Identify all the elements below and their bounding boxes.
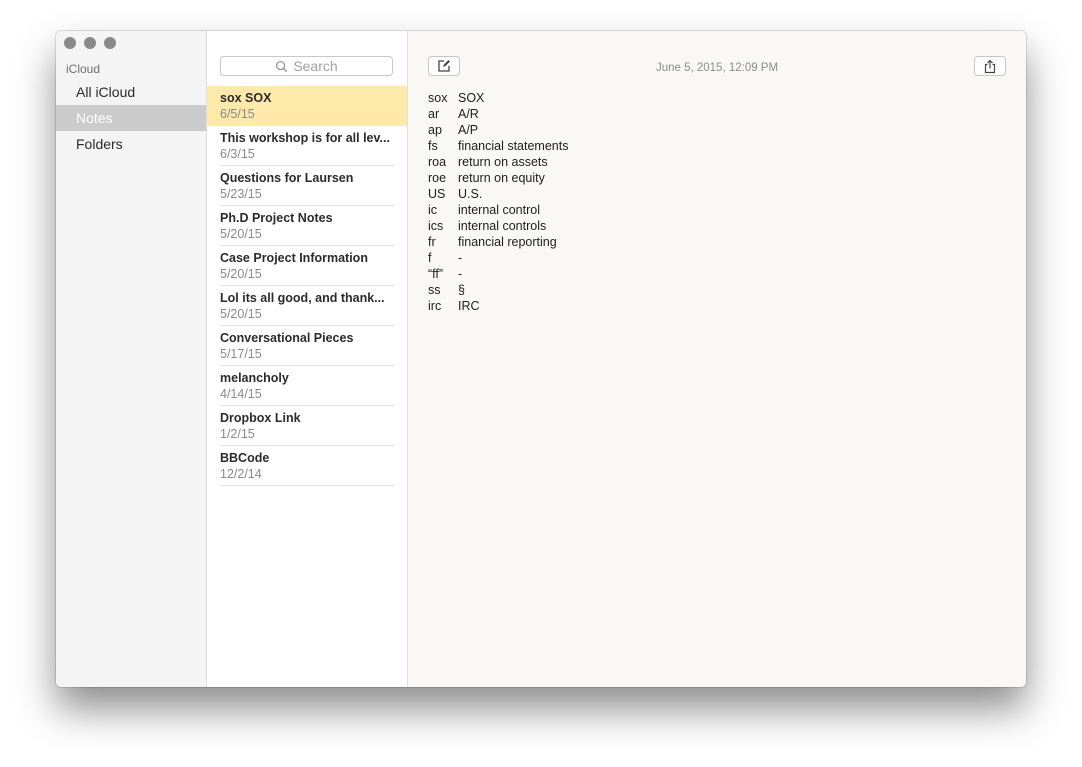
note-line-text: internal control xyxy=(458,203,540,217)
note-date: 4/14/15 xyxy=(220,387,262,401)
note-title: This workshop is for all lev... xyxy=(220,131,390,145)
sidebar-section-label: iCloud xyxy=(66,62,101,76)
note-title: melancholy xyxy=(220,371,289,385)
note-date: 1/2/15 xyxy=(220,427,255,441)
window-controls xyxy=(64,37,116,49)
note-date: 6/3/15 xyxy=(220,147,255,161)
note-line-abbreviation: ics xyxy=(428,219,444,233)
note-line-abbreviation: sox xyxy=(428,91,448,105)
note-list: sox SOX 6/5/15 This workshop is for all l… xyxy=(207,86,407,486)
note-title: BBCode xyxy=(220,451,270,465)
note-date: 5/23/15 xyxy=(220,187,262,201)
sidebar-items: All iCloud Notes Folders xyxy=(56,79,206,157)
note-title: Conversational Pieces xyxy=(220,331,354,345)
notes-window: iCloud All iCloud Notes Folders Search s… xyxy=(56,31,1026,687)
note-line-abbreviation: roa xyxy=(428,155,447,169)
close-button[interactable] xyxy=(64,37,76,49)
note-line-text: financial reporting xyxy=(458,235,557,249)
note-body[interactable]: sox SOX ar A/R ap A/P fs financial statements ro… xyxy=(428,90,568,314)
note-list-item[interactable]: This workshop is for all lev... 6/3/15 xyxy=(207,126,407,166)
note-date: 5/20/15 xyxy=(220,267,262,281)
minimize-button[interactable] xyxy=(84,37,96,49)
zoom-button[interactable] xyxy=(104,37,116,49)
note-list-item[interactable]: Ph.D Project Notes 5/20/15 xyxy=(207,206,407,246)
note-list-item[interactable]: Case Project Information 5/20/15 xyxy=(207,246,407,286)
note-line-abbreviation: irc xyxy=(428,299,442,313)
note-line-abbreviation: fs xyxy=(428,139,438,153)
note-title: sox SOX xyxy=(220,91,272,105)
note-list-item[interactable]: Questions for Laursen 5/23/15 xyxy=(207,166,407,206)
sidebar-item-folders[interactable]: Folders xyxy=(56,131,206,157)
note-line-text: U.S. xyxy=(458,187,483,201)
note-line-text: A/P xyxy=(458,123,479,137)
note-editor[interactable]: June 5, 2015, 12:09 PM sox SOX ar A/R ap A/P f… xyxy=(408,31,1026,687)
note-list-item[interactable]: Lol its all good, and thank... 5/20/15 xyxy=(207,286,407,326)
note-line: irc IRC xyxy=(428,298,568,314)
note-line: ap A/P xyxy=(428,122,568,138)
note-line-abbreviation: ic xyxy=(428,203,438,217)
note-date: 12/2/14 xyxy=(220,467,262,481)
note-line-abbreviation: ss xyxy=(428,283,441,297)
note-line-abbreviation: “ff” xyxy=(428,267,444,281)
note-line: ar A/R xyxy=(428,106,568,122)
note-title: Questions for Laursen xyxy=(220,171,354,185)
note-line: US U.S. xyxy=(428,186,568,202)
note-line-text: A/R xyxy=(458,107,479,121)
note-title: Case Project Information xyxy=(220,251,368,265)
note-line-text: financial statements xyxy=(458,139,569,153)
note-date: 5/20/15 xyxy=(220,307,262,321)
note-line: roe return on equity xyxy=(428,170,568,186)
note-title: Ph.D Project Notes xyxy=(220,211,333,225)
note-list-item[interactable]: BBCode 12/2/14 xyxy=(207,446,407,486)
note-line: roa return on assets xyxy=(428,154,568,170)
sidebar-item-all-icloud[interactable]: All iCloud xyxy=(56,79,206,105)
note-line-abbreviation: roe xyxy=(428,171,447,185)
note-date: 5/20/15 xyxy=(220,227,262,241)
note-line-text: - xyxy=(458,251,463,265)
search-icon xyxy=(276,60,288,72)
note-line: sox SOX xyxy=(428,90,568,106)
note-line: ics internal controls xyxy=(428,218,568,234)
note-title: Dropbox Link xyxy=(220,411,301,425)
search-input[interactable]: Search xyxy=(220,56,393,76)
note-line-abbreviation: fr xyxy=(428,235,436,249)
note-line-text: § xyxy=(458,283,465,297)
note-line-abbreviation: f xyxy=(428,251,432,265)
share-button[interactable] xyxy=(974,56,1006,76)
note-line-abbreviation: ap xyxy=(428,123,442,137)
note-title: Lol its all good, and thank... xyxy=(220,291,385,305)
note-line-text: internal controls xyxy=(458,219,547,233)
note-line: ic internal control xyxy=(428,202,568,218)
note-date: 6/5/15 xyxy=(220,107,255,121)
note-timestamp: June 5, 2015, 12:09 PM xyxy=(655,62,779,74)
note-line: “ff” - xyxy=(428,266,568,282)
sidebar-item-notes[interactable]: Notes xyxy=(56,105,206,131)
sidebar: iCloud All iCloud Notes Folders xyxy=(56,31,207,687)
note-line-abbreviation: US xyxy=(428,187,446,201)
note-line: ss § xyxy=(428,282,568,298)
share-icon xyxy=(984,59,996,73)
note-line-text: return on assets xyxy=(458,155,548,169)
note-line: fr financial reporting xyxy=(428,234,568,250)
note-line-text: SOX xyxy=(458,91,485,105)
search-placeholder: Search xyxy=(293,58,338,74)
note-list-pane: Search sox SOX 6/5/15 This workshop is fo… xyxy=(207,31,408,687)
note-line-text: return on equity xyxy=(458,171,545,185)
note-line-text: IRC xyxy=(458,299,480,313)
note-line: fs financial statements xyxy=(428,138,568,154)
note-line-text: - xyxy=(458,267,463,281)
note-list-item[interactable]: Dropbox Link 1/2/15 xyxy=(207,406,407,446)
note-date: 5/17/15 xyxy=(220,347,262,361)
note-line: f- xyxy=(428,250,568,266)
note-list-item[interactable]: melancholy 4/14/15 xyxy=(207,366,407,406)
note-line-abbreviation: ar xyxy=(428,107,440,121)
note-list-item[interactable]: sox SOX 6/5/15 xyxy=(207,86,407,126)
note-list-item[interactable]: Conversational Pieces 5/17/15 xyxy=(207,326,407,366)
